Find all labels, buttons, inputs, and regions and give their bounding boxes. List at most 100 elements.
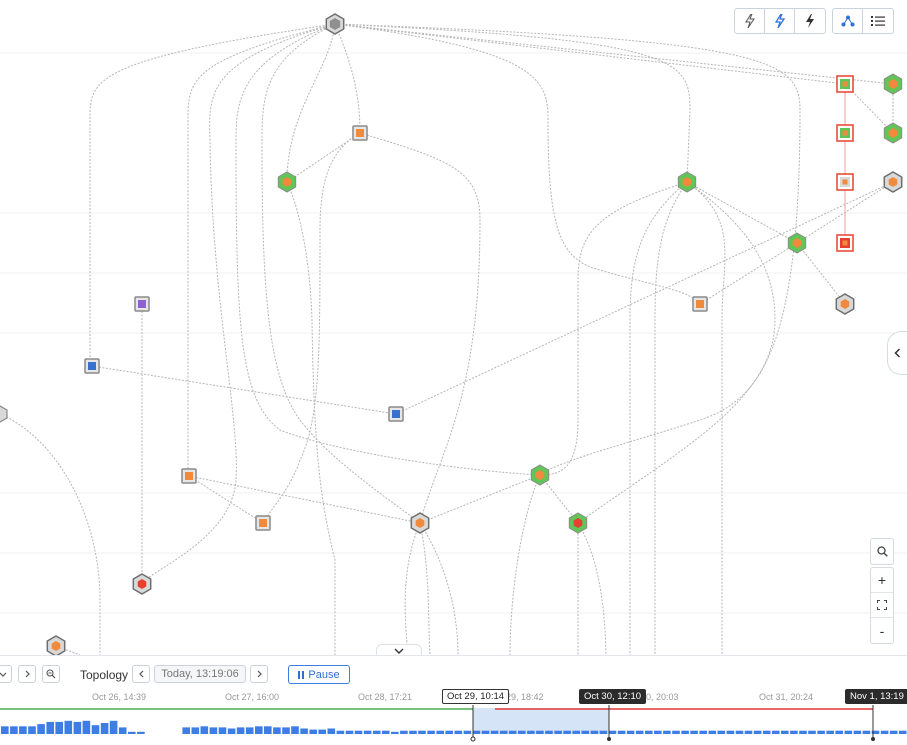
search-icon (876, 546, 888, 557)
node-app-green[interactable] (787, 232, 807, 254)
topology-icon (841, 15, 854, 27)
selected-range (473, 708, 609, 734)
fit-screen-button[interactable] (871, 593, 893, 618)
range-dropdown[interactable] (0, 665, 12, 683)
histogram-bar (345, 730, 354, 734)
timeline-histogram[interactable] (0, 705, 907, 745)
node-right-3[interactable] (883, 171, 903, 193)
histogram-bar (191, 727, 200, 734)
histogram-bar (599, 730, 608, 734)
side-panel-toggle[interactable] (887, 331, 907, 375)
node-service-green-left[interactable] (277, 171, 297, 193)
now-knob[interactable] (871, 737, 875, 741)
histogram-bar (817, 730, 825, 734)
range-end-marker[interactable]: Oct 30, 12:10 (579, 689, 647, 704)
node-database[interactable] (132, 573, 152, 595)
histogram-bar (46, 721, 54, 734)
histogram-bar (28, 726, 36, 734)
lightning-outline-button[interactable] (735, 9, 765, 33)
histogram-bar (282, 727, 290, 734)
histogram-bar (73, 721, 82, 734)
histogram-bar (563, 730, 571, 734)
topology-view-button[interactable] (833, 9, 863, 33)
histogram-bar (717, 730, 726, 734)
node-alert-4[interactable] (836, 234, 854, 252)
histogram-bar (273, 727, 281, 734)
node-bottom-left[interactable] (46, 635, 66, 655)
topology-graph[interactable] (0, 0, 907, 655)
histogram-bar (699, 730, 707, 734)
histogram-bar (781, 730, 789, 734)
node-service-green-right[interactable] (677, 171, 697, 193)
node-gateway-a[interactable] (352, 125, 368, 141)
histogram-bar (672, 730, 680, 734)
lightning-icon (774, 14, 785, 28)
zoom-in-button[interactable]: + (871, 568, 893, 593)
time-back-button[interactable] (132, 665, 150, 683)
histogram-bar (635, 730, 644, 734)
tick-label: 30, 20:03 (641, 692, 679, 702)
zoom-out-button[interactable]: - (871, 618, 893, 643)
histogram-bar (264, 726, 272, 734)
search-button[interactable] (871, 539, 893, 564)
node-process-mid[interactable] (255, 515, 271, 531)
range-end-knob[interactable] (607, 737, 611, 741)
step-forward-button[interactable] (18, 665, 36, 683)
search-control (870, 538, 894, 565)
histogram-bar (381, 730, 390, 734)
histogram-bar (726, 730, 735, 734)
histogram-bar (19, 726, 27, 734)
range-start-knob[interactable] (470, 736, 476, 742)
node-left-edge[interactable] (0, 405, 8, 423)
node-service-green-lower[interactable] (568, 512, 588, 534)
histogram-bar (1, 726, 9, 734)
node-service-green-center[interactable] (530, 464, 550, 486)
histogram-bar (118, 727, 127, 734)
node-gateway-b[interactable] (692, 296, 708, 312)
node-root-service[interactable] (325, 13, 345, 35)
range-start-marker[interactable]: Oct 29, 10:14 (442, 689, 510, 704)
node-alert-3[interactable] (836, 173, 854, 191)
node-blue-host[interactable] (84, 358, 100, 374)
histogram-bar (617, 730, 626, 734)
edge-layer (0, 23, 894, 655)
histogram-bar (309, 729, 317, 734)
histogram-bar (572, 730, 580, 734)
chevron-right-icon (257, 670, 262, 678)
node-process-left[interactable] (181, 468, 197, 484)
list-view-button[interactable] (863, 9, 893, 33)
histogram-bar (499, 730, 508, 734)
node-gray-right[interactable] (835, 293, 855, 315)
lightning-blue-button[interactable] (765, 9, 795, 33)
filter-button-group (734, 8, 826, 34)
node-alert-1[interactable] (836, 75, 854, 93)
histogram-bar (227, 728, 236, 734)
node-hub[interactable] (410, 512, 430, 534)
histogram-bar (291, 726, 299, 734)
histogram-bar (236, 727, 245, 734)
lightning-solid-button[interactable] (795, 9, 825, 33)
zoom-timeline-button[interactable] (42, 665, 60, 683)
histogram-bar (681, 730, 689, 734)
pause-button[interactable]: Pause (288, 665, 350, 684)
histogram-bar (753, 730, 762, 734)
histogram-bar (37, 724, 45, 734)
histogram-bar (137, 731, 145, 734)
histogram-bar (300, 728, 308, 734)
node-right-2[interactable] (883, 122, 903, 144)
histogram-bar (608, 730, 617, 734)
histogram-bar (536, 730, 544, 734)
node-alert-2[interactable] (836, 124, 854, 142)
histogram-bar (200, 726, 209, 734)
tick-label: Oct 28, 17:21 (358, 692, 413, 702)
histogram-bar (400, 730, 408, 734)
node-right-1[interactable] (883, 73, 903, 95)
now-marker[interactable]: Nov 1, 13:19 (845, 689, 907, 704)
tick-label: Oct 27, 16:00 (225, 692, 280, 702)
histogram-bar (445, 730, 453, 734)
time-forward-button[interactable] (250, 665, 268, 683)
node-purple-host[interactable] (134, 296, 150, 312)
node-browser[interactable] (388, 406, 404, 422)
histogram-bar (336, 730, 345, 734)
histogram-bar (808, 730, 816, 734)
